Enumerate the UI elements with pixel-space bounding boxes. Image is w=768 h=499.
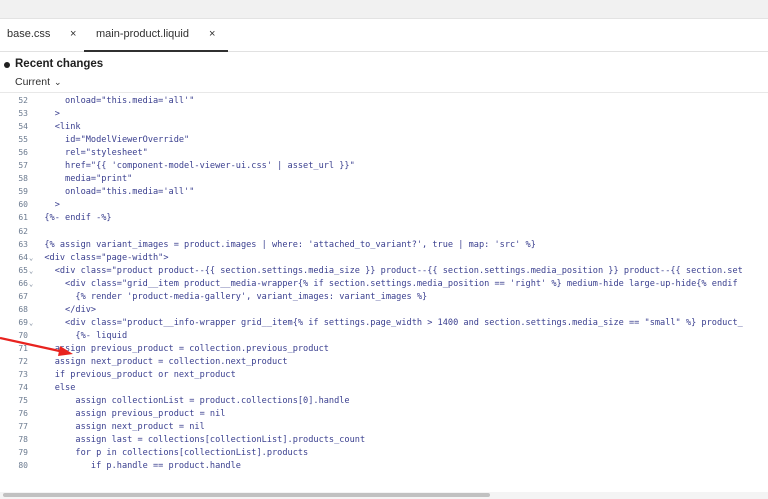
code-text: assign collectionList = product.collecti… (34, 396, 350, 407)
fold-chevron-icon[interactable]: ⌄ (29, 252, 33, 264)
file-tabs: base.css × main-product.liquid × (0, 19, 768, 52)
code-text: if previous_product or next_product (34, 370, 236, 381)
code-line[interactable]: 80 if p.handle == product.handle (0, 460, 768, 472)
code-line[interactable]: 64 ⌄ <div class="page-width"> (0, 252, 768, 264)
code-line[interactable]: 74 else (0, 382, 768, 394)
code-line[interactable]: 57 href="{{ 'component-model-viewer-ui.c… (0, 160, 768, 172)
code-text: media="print" (34, 174, 133, 185)
code-line[interactable]: 71 assign previous_product = collection.… (0, 343, 768, 355)
line-number: 56 (18, 148, 28, 158)
code-text: > (34, 109, 60, 120)
code-text: <div class="product__info-wrapper grid__… (34, 317, 743, 328)
code-line[interactable]: 70 {%- liquid (0, 330, 768, 342)
line-number: 54 (18, 122, 28, 132)
code-text: id="ModelViewerOverride" (34, 135, 190, 146)
line-number: 52 (18, 96, 28, 105)
code-line[interactable]: 53 > (0, 108, 768, 120)
line-number: 57 (18, 161, 28, 171)
code-line[interactable]: 54 <link (0, 121, 768, 133)
line-number: 58 (18, 174, 28, 184)
code-line[interactable]: 56 rel="stylesheet" (0, 147, 768, 159)
code-text: for p in collections[collectionList].pro… (34, 448, 309, 459)
fold-chevron-icon[interactable]: ⌄ (29, 278, 33, 290)
line-number: 64 (18, 252, 28, 262)
line-number: 75 (18, 396, 28, 406)
line-number: 55 (18, 135, 28, 145)
code-line[interactable]: 62 (0, 226, 768, 238)
tab-label: base.css (7, 28, 51, 40)
code-text: {% assign variant_images = product.image… (34, 239, 536, 250)
window-top-bar (0, 0, 768, 19)
code-line[interactable]: 73 if previous_product or next_product (0, 369, 768, 381)
recent-changes-panel: Recent changes Current ⌄ (0, 52, 768, 92)
code-line[interactable]: 61 {%- endif -%} (0, 212, 768, 224)
code-line[interactable]: 66 ⌄ <div class="grid__item product__medi… (0, 278, 768, 290)
code-line[interactable]: 77 assign next_product = nil (0, 421, 768, 433)
code-line[interactable]: 55 id="ModelViewerOverride" (0, 134, 768, 146)
close-icon[interactable]: × (209, 19, 215, 49)
line-number: 63 (18, 239, 28, 249)
line-number: 53 (18, 109, 28, 119)
code-text: if p.handle == product.handle (34, 461, 241, 472)
line-number: 80 (18, 461, 28, 471)
version-label: Current (15, 76, 51, 88)
arrow-icon (0, 336, 73, 356)
recent-changes-title: Recent changes (15, 58, 104, 70)
line-number: 73 (18, 370, 28, 380)
tab-base-css[interactable]: base.css × (7, 19, 76, 51)
code-text: assign previous_product = nil (34, 409, 226, 420)
chevron-down-icon: ⌄ (54, 77, 62, 87)
line-number: 62 (18, 226, 28, 236)
dot-icon (4, 62, 10, 68)
code-text: assign last = collections[collectionList… (34, 435, 366, 446)
code-text: {%- endif -%} (34, 213, 112, 224)
code-line[interactable]: 72 assign next_product = collection.next… (0, 356, 768, 368)
code-text: onload="this.media='all'" (34, 96, 195, 106)
code-text: {% render 'product-media-gallery', varia… (34, 291, 428, 302)
arrow-head (58, 346, 73, 356)
code-text: rel="stylesheet" (34, 148, 148, 159)
code-line[interactable]: 60 > (0, 199, 768, 211)
scrollbar-thumb[interactable] (3, 493, 490, 497)
code-line[interactable]: 58 media="print" (0, 173, 768, 185)
code-text: <link (34, 122, 81, 133)
code-text: assign next_product = nil (34, 422, 205, 433)
tab-main-product-liquid[interactable]: main-product.liquid × (96, 19, 215, 51)
line-number: 61 (18, 213, 28, 223)
line-number: 78 (18, 435, 28, 445)
code-line[interactable]: 67 {% render 'product-media-gallery', va… (0, 291, 768, 303)
close-icon[interactable]: × (70, 19, 76, 49)
code-line[interactable]: 68 </div> (0, 304, 768, 316)
code-text: <div class="grid__item product__media-wr… (34, 278, 738, 289)
code-line[interactable]: 76 assign previous_product = nil (0, 408, 768, 420)
code-line[interactable]: 63 {% assign variant_images = product.im… (0, 239, 768, 251)
line-number: 74 (18, 383, 28, 393)
code-editor[interactable]: 52 onload="this.media='all'" 53 >54 <link… (0, 92, 768, 493)
code-line[interactable]: 75 assign collectionList = product.colle… (0, 395, 768, 407)
tab-label: main-product.liquid (96, 28, 189, 40)
version-dropdown[interactable]: Current ⌄ (15, 76, 62, 88)
code-line[interactable]: 79 for p in collections[collectionList].… (0, 447, 768, 459)
line-number: 76 (18, 409, 28, 419)
code-text: <div class="page-width"> (34, 252, 169, 263)
code-line[interactable]: 78 assign last = collections[collectionL… (0, 434, 768, 446)
line-number: 66 (18, 278, 28, 288)
line-number: 65 (18, 265, 28, 275)
code-line[interactable]: 69 ⌄ <div class="product__info-wrapper gr… (0, 317, 768, 329)
fold-chevron-icon[interactable]: ⌄ (29, 265, 33, 277)
code-text: <div class="product product--{{ section.… (34, 265, 743, 276)
code-line[interactable]: 65 ⌄ <div class="product product--{{ sect… (0, 265, 768, 277)
code-text: href="{{ 'component-model-viewer-ui.css'… (34, 161, 355, 172)
arrow-shaft (0, 336, 65, 354)
line-number: 59 (18, 187, 28, 197)
code-text: onload="this.media='all'" (34, 187, 195, 198)
code-line[interactable]: 52 onload="this.media='all'" (0, 95, 768, 107)
line-number: 77 (18, 422, 28, 432)
code-text: else (34, 383, 76, 394)
line-number: 60 (18, 200, 28, 210)
line-number: 79 (18, 448, 28, 458)
code-text: > (34, 200, 60, 211)
code-line[interactable]: 59 onload="this.media='all'" (0, 186, 768, 198)
